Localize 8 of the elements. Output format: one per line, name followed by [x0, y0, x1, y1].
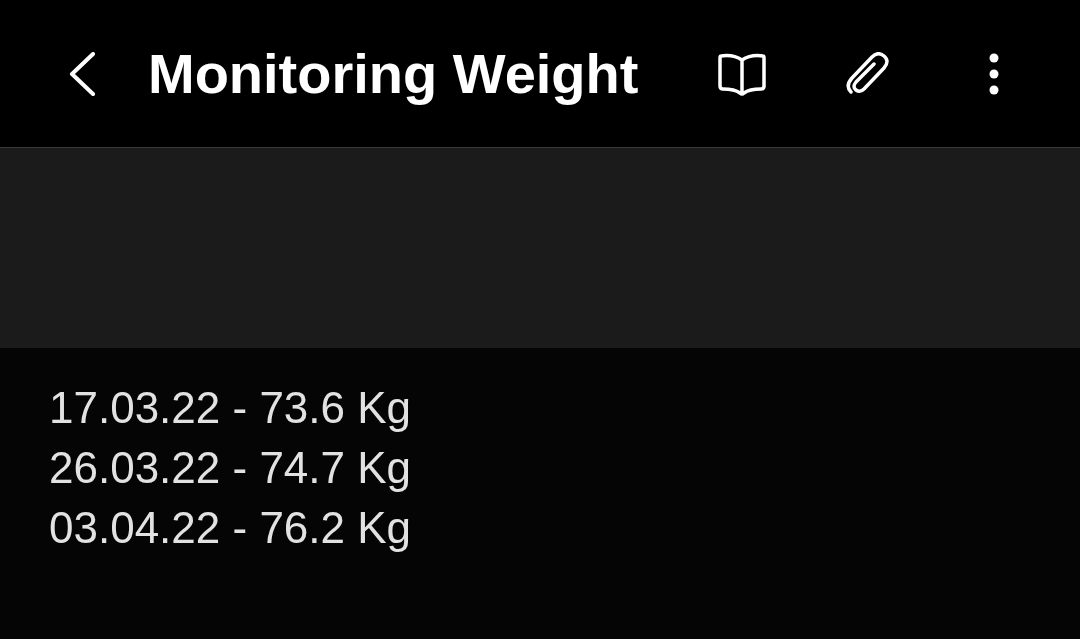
note-title: Monitoring Weight	[148, 40, 639, 107]
book-icon	[718, 51, 766, 96]
note-line: 03.04.22 - 76.2 Kg	[49, 502, 413, 554]
more-icon	[989, 52, 999, 95]
back-icon	[68, 51, 96, 96]
note-line: 26.03.22 - 74.7 Kg	[49, 442, 413, 494]
note-line: 17.03.22 - 73.6 Kg	[49, 382, 413, 434]
paperclip-icon	[844, 51, 892, 96]
